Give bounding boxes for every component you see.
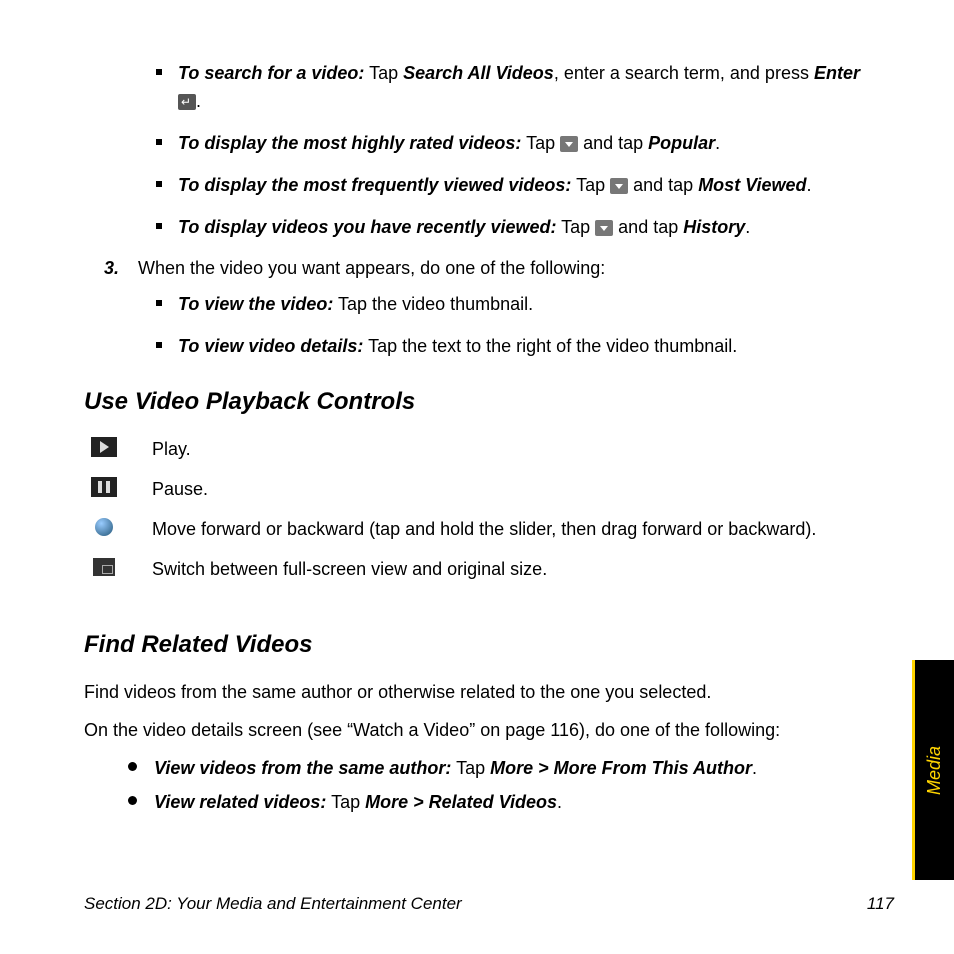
list-item: To search for a video: Tap Search All Vi… — [156, 60, 870, 116]
control-row: Play. — [84, 436, 870, 464]
control-row: Move forward or backward (tap and hold t… — [84, 516, 870, 544]
item-lead: To display the most frequently viewed vi… — [178, 175, 571, 195]
slider-icon — [90, 516, 118, 538]
dropdown-icon — [595, 220, 613, 236]
control-row: Switch between full-screen view and orig… — [84, 556, 870, 584]
control-desc: Pause. — [152, 476, 208, 504]
list-item: View related videos: Tap More > Related … — [128, 789, 870, 817]
heading-playback-controls: Use Video Playback Controls — [84, 383, 870, 420]
control-row: Pause. — [84, 476, 870, 504]
pause-icon — [90, 476, 118, 498]
section-tab-media: Media — [912, 660, 954, 880]
list-item: To display the most highly rated videos:… — [156, 130, 870, 158]
step-3: 3. When the video you want appears, do o… — [104, 255, 870, 283]
document-page: To search for a video: Tap Search All Vi… — [0, 0, 954, 954]
item-lead: View videos from the same author: — [154, 758, 451, 778]
controls-table: Play. Pause. Move forward or backward (t… — [84, 436, 870, 584]
dropdown-icon — [610, 178, 628, 194]
step-number: 3. — [104, 255, 138, 283]
related-bullets: View videos from the same author: Tap Mo… — [128, 755, 870, 817]
list-item: To view the video: Tap the video thumbna… — [156, 291, 870, 319]
play-icon — [90, 436, 118, 458]
item-lead: To view video details: — [178, 336, 363, 356]
control-desc: Switch between full-screen view and orig… — [152, 556, 547, 584]
footer-page-number: 117 — [867, 894, 894, 914]
list-item: To display the most frequently viewed vi… — [156, 172, 870, 200]
item-lead: To display the most highly rated videos: — [178, 133, 521, 153]
footer-section-label: Section 2D: Your Media and Entertainment… — [84, 894, 462, 914]
heading-related-videos: Find Related Videos — [84, 626, 870, 663]
item-lead: To display videos you have recently view… — [178, 217, 556, 237]
control-desc: Play. — [152, 436, 191, 464]
list-item: View videos from the same author: Tap Mo… — [128, 755, 870, 783]
item-lead: To view the video: — [178, 294, 333, 314]
page-footer: Section 2D: Your Media and Entertainment… — [84, 894, 894, 914]
step-text: When the video you want appears, do one … — [138, 255, 605, 283]
list-item: To view video details: Tap the text to t… — [156, 333, 870, 361]
step-3-sublist: To view the video: Tap the video thumbna… — [156, 291, 870, 361]
fullscreen-icon — [90, 556, 118, 578]
related-intro-1: Find videos from the same author or othe… — [84, 679, 870, 707]
list-item: To display videos you have recently view… — [156, 214, 870, 242]
search-options-list: To search for a video: Tap Search All Vi… — [156, 60, 870, 241]
dropdown-icon — [560, 136, 578, 152]
related-intro-2: On the video details screen (see “Watch … — [84, 717, 870, 745]
section-tab-label: Media — [924, 745, 945, 794]
control-desc: Move forward or backward (tap and hold t… — [152, 516, 816, 544]
item-lead: View related videos: — [154, 792, 326, 812]
page-content: To search for a video: Tap Search All Vi… — [84, 60, 870, 817]
enter-key-icon — [178, 94, 196, 110]
item-lead: To search for a video: — [178, 63, 364, 83]
